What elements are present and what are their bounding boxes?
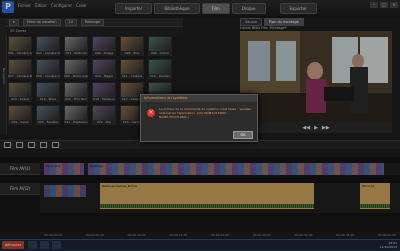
error-icon: × — [147, 109, 155, 117]
dialog-message: Le moteur de la commande du système n'es… — [159, 107, 251, 119]
dialog-title: Informations du système — [141, 95, 257, 102]
ok-button[interactable]: OK — [233, 131, 253, 139]
error-dialog: Informations du système × Le moteur de l… — [140, 94, 258, 142]
